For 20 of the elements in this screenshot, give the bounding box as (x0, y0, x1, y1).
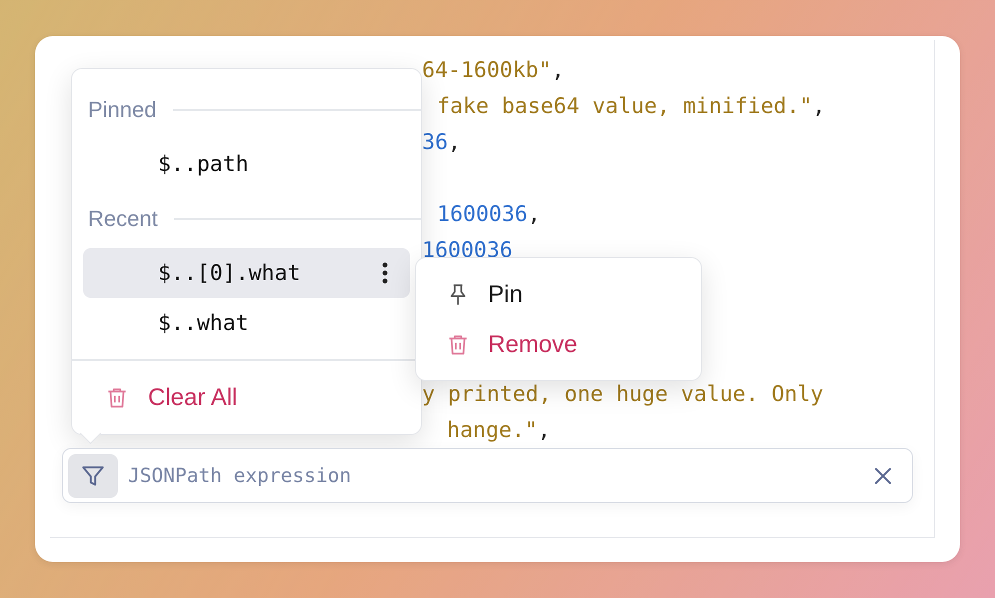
more-icon[interactable] (382, 262, 388, 284)
jsonpath-input[interactable]: JSONPath expression (128, 464, 864, 487)
code-line: fake base64 value, minified.", (437, 94, 826, 118)
filter-button[interactable] (68, 454, 118, 498)
clear-all-item[interactable]: Clear All (83, 360, 410, 434)
code-line: hange.", (447, 418, 551, 442)
close-icon[interactable] (874, 466, 892, 484)
history-item[interactable]: $..what (83, 298, 410, 348)
history-item[interactable]: $..[0].what (83, 248, 410, 298)
code-line: y printed, one huge value. Only (422, 382, 824, 406)
code-line: 1600036, (437, 202, 541, 226)
pin-menu-item[interactable]: Pin (445, 270, 701, 320)
code-line: 64-1600kb", (422, 58, 564, 82)
code-line: 36, (422, 130, 461, 154)
code-line: 1600036 (422, 238, 513, 262)
section-heading: Pinned (88, 97, 157, 123)
filter-field[interactable]: JSONPath expression (62, 448, 913, 503)
remove-menu-item[interactable]: Remove (445, 320, 701, 370)
section-heading: Recent (88, 206, 158, 232)
history-item[interactable]: $..path (83, 139, 410, 189)
